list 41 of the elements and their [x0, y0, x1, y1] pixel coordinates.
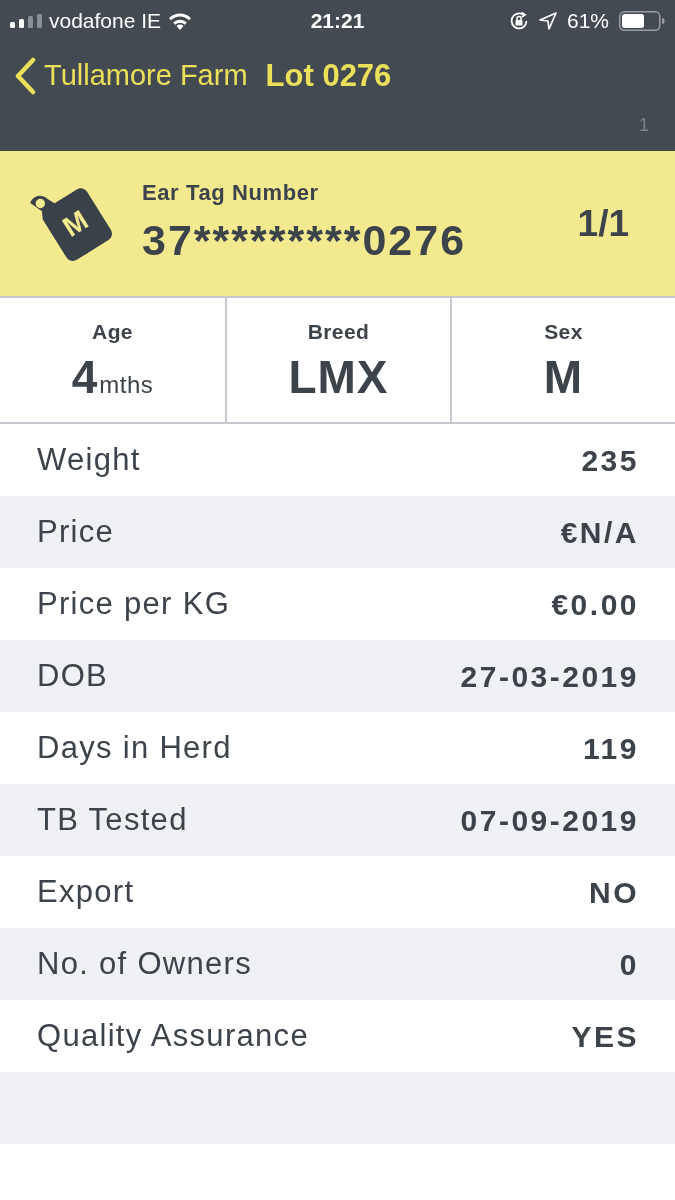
location-arrow-icon [538, 12, 557, 30]
tag-letter: M [58, 205, 93, 242]
stat-label: Sex [544, 318, 583, 345]
battery-icon [619, 11, 665, 31]
row-label: Price per KG [37, 584, 231, 623]
stat-unit: mths [99, 370, 154, 400]
row-value: 0 [619, 946, 639, 983]
row-label: No. of Owners [37, 944, 253, 983]
rotation-lock-icon [508, 11, 529, 31]
row-label: Price [37, 512, 115, 551]
page-title: Lot 0276 [265, 56, 392, 95]
tag-count: 1/1 [577, 201, 629, 246]
row-value: 119 [583, 730, 639, 767]
row-value: 27-03-2019 [460, 658, 639, 695]
row-value: 07-09-2019 [460, 802, 639, 839]
corner-number: 1 [639, 116, 649, 134]
back-chevron-icon[interactable] [14, 57, 36, 95]
row-label: Export [37, 872, 135, 911]
stat-value: M [543, 350, 584, 405]
clock-time: 21:21 [310, 8, 365, 35]
wifi-icon [168, 12, 193, 30]
signal-bars-icon [10, 14, 42, 28]
row-value: NO [589, 874, 639, 911]
row-label: DOB [37, 656, 109, 695]
row-value: 235 [581, 442, 639, 479]
row-label: TB Tested [37, 800, 188, 839]
carrier-name: vodafone IE [49, 8, 162, 35]
row-value: YES [571, 1018, 639, 1055]
row-label: Days in Herd [37, 728, 232, 767]
back-link[interactable]: Tullamore Farm [14, 54, 248, 98]
row-label: Weight [37, 440, 141, 479]
row-value: €0.00 [551, 586, 639, 623]
tag-label: Ear Tag Number [142, 178, 320, 207]
row-value: €N/A [560, 514, 639, 551]
stat-label: Age [92, 318, 133, 345]
stat-value: LMX [288, 350, 389, 405]
tag-number: 37*********0276 [142, 215, 468, 267]
stat-value: 4 [71, 350, 99, 405]
row-label: Quality Assurance [37, 1016, 309, 1055]
stat-label: Breed [307, 318, 370, 345]
battery-percentage: 61% [566, 8, 609, 35]
